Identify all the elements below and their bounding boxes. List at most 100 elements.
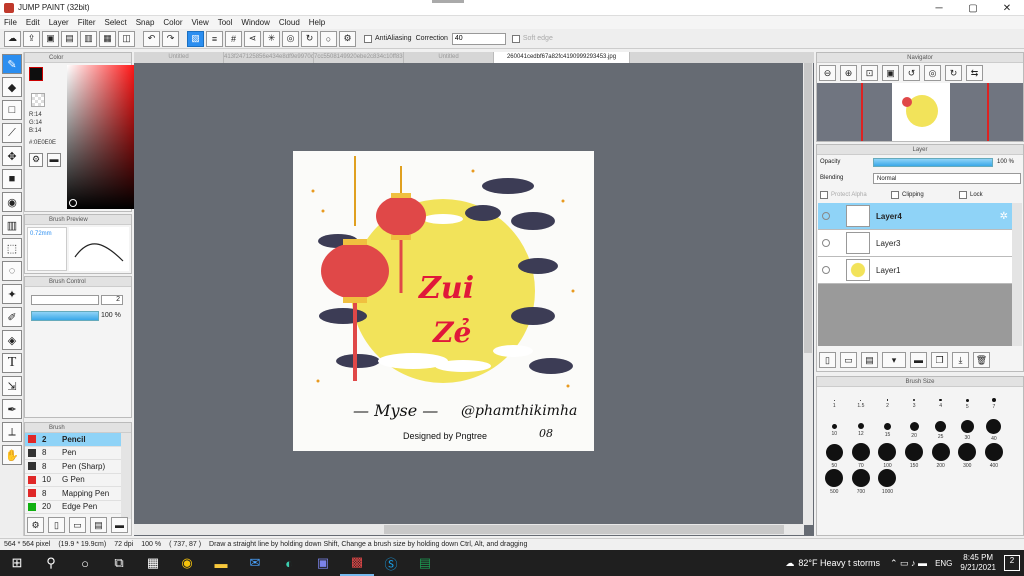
protect-alpha-checkbox[interactable] xyxy=(820,191,828,199)
hand-tool-icon[interactable]: ✋ xyxy=(2,445,22,465)
brush-size-option[interactable]: 1 xyxy=(821,391,848,417)
brush-size-option[interactable]: 30 xyxy=(954,417,981,443)
brush-copy-icon[interactable]: ▭ xyxy=(69,517,86,533)
brush-size-option[interactable]: 5 xyxy=(954,391,981,417)
snap-curve-icon[interactable]: ↻ xyxy=(301,30,318,47)
maximize-button[interactable]: ▢ xyxy=(956,0,990,16)
brush-size-option[interactable]: 150 xyxy=(901,443,928,469)
brush-size-option[interactable]: 200 xyxy=(927,443,954,469)
brush-size-slider[interactable] xyxy=(31,295,99,305)
menu-help[interactable]: Help xyxy=(309,18,325,27)
file-explorer-icon[interactable]: ▬ xyxy=(204,550,238,576)
skype-icon[interactable]: Ⓢ xyxy=(374,550,408,576)
drawing-canvas[interactable]: Zui Zẻ — Myse — @phamthikimha 08 Designe… xyxy=(293,151,594,451)
minimize-button[interactable]: ─ xyxy=(922,0,956,16)
search-icon[interactable]: ⚲ xyxy=(34,550,68,576)
menu-cloud[interactable]: Cloud xyxy=(279,18,300,27)
layer-row-layer3[interactable]: Layer3 xyxy=(818,230,1012,257)
tab-image-2[interactable]: 7cc5508149920ebe2c834c10ff83cbbe.jpg xyxy=(314,52,404,63)
notification-button[interactable]: 2 xyxy=(1004,555,1020,571)
clock[interactable]: 8:45 PM 9/21/2021 xyxy=(960,553,996,573)
cloud-icon[interactable]: ☁ xyxy=(4,30,21,47)
select-pen-icon[interactable]: ✐ xyxy=(2,307,22,327)
excel-icon[interactable]: ▤ xyxy=(408,550,442,576)
tab-active-image[interactable]: 260041cedbf67a82fc4190999293453.jpg xyxy=(494,52,630,63)
brush-size-option[interactable]: 4 xyxy=(927,391,954,417)
layer-row-layer1[interactable]: Layer1 xyxy=(818,257,1012,284)
windows-start-icon[interactable]: ⊞ xyxy=(0,550,34,576)
brush-size-option[interactable]: 12 xyxy=(848,417,875,443)
cortana-icon[interactable]: ○ xyxy=(68,550,102,576)
duplicate-layer-icon[interactable]: ❐ xyxy=(931,352,948,368)
new-folder-icon[interactable]: ▬ xyxy=(910,352,927,368)
snap-focus-icon[interactable]: ⋖ xyxy=(244,30,261,47)
brush-folder-icon[interactable]: ▬ xyxy=(111,517,128,533)
saturation-value-picker[interactable] xyxy=(67,65,141,209)
brush-item-edge-pen[interactable]: 20 Edge Pen xyxy=(25,501,121,514)
brush-size-option[interactable]: 700 xyxy=(848,469,875,495)
layer-list-scrollbar[interactable] xyxy=(1012,203,1022,346)
brush-opacity-slider[interactable] xyxy=(31,311,99,321)
close-button[interactable]: ✕ xyxy=(990,0,1024,16)
brush-settings-icon[interactable]: ⚙ xyxy=(27,517,44,533)
brush-size-option[interactable]: 400 xyxy=(981,443,1008,469)
export-icon[interactable]: ▤ xyxy=(61,30,78,47)
brush-size-option[interactable]: 15 xyxy=(874,417,901,443)
brush-size-option[interactable]: 1000 xyxy=(874,469,901,495)
snap-radial-icon[interactable]: ✳ xyxy=(263,30,280,47)
snap-grid-icon[interactable]: # xyxy=(225,30,242,47)
foreground-swatch[interactable] xyxy=(29,67,43,81)
tray-icons[interactable]: ⌃ ▭ ♪ ▬ xyxy=(890,558,927,569)
brush-item-g-pen[interactable]: 10 G Pen xyxy=(25,474,121,487)
snap-off-icon[interactable]: ▧ xyxy=(187,30,204,47)
zoom-in-icon[interactable]: ⊕ xyxy=(840,65,857,81)
line-tool-icon[interactable]: ⟋ xyxy=(2,123,22,143)
brush-item-pencil[interactable]: 2 Pencil xyxy=(25,433,121,447)
menu-tool[interactable]: Tool xyxy=(218,18,233,27)
menu-window[interactable]: Window xyxy=(241,18,269,27)
redo-icon[interactable]: ↷ xyxy=(162,30,179,47)
brush-size-option[interactable]: 20 xyxy=(901,417,928,443)
visibility-icon[interactable] xyxy=(822,266,830,274)
soft-edge-checkbox[interactable] xyxy=(511,34,520,43)
flip-icon[interactable]: ⇆ xyxy=(966,65,983,81)
tab-image-1[interactable]: 413f247125856e434e8df9e9970c7cc6.jpg xyxy=(224,52,314,63)
task-view-icon[interactable]: ⧉ xyxy=(102,550,136,576)
antialiasing-checkbox[interactable] xyxy=(364,34,372,43)
operation-tool-icon[interactable]: ⇲ xyxy=(2,376,22,396)
eraser-tool-icon[interactable]: ◆ xyxy=(2,77,22,97)
menu-color[interactable]: Color xyxy=(163,18,182,27)
store-icon[interactable]: ▦ xyxy=(136,550,170,576)
correction-input[interactable] xyxy=(451,32,506,45)
undo-icon[interactable]: ↶ xyxy=(143,30,160,47)
snap-parallel-icon[interactable]: ≡ xyxy=(206,30,223,47)
magic-wand-icon[interactable]: ✦ xyxy=(2,284,22,304)
menu-snap[interactable]: Snap xyxy=(136,18,155,27)
menu-select[interactable]: Select xyxy=(104,18,126,27)
brush-size-option[interactable]: 1.5 xyxy=(848,391,875,417)
fit-view-icon[interactable]: ⊡ xyxy=(861,65,878,81)
teams-icon[interactable]: ▣ xyxy=(306,550,340,576)
chrome-icon[interactable]: ◉ xyxy=(170,550,204,576)
menu-filter[interactable]: Filter xyxy=(78,18,96,27)
print-icon[interactable]: ▦ xyxy=(99,30,116,47)
merge-layer-icon[interactable]: ⤓ xyxy=(952,352,969,368)
delete-layer-icon[interactable]: 🗑 xyxy=(973,352,990,368)
blending-select[interactable]: Normal xyxy=(873,173,1021,184)
tab-untitled-2[interactable]: Untitled xyxy=(404,52,494,63)
new-layer-8bit-icon[interactable]: ▭ xyxy=(840,352,857,368)
rotate-reset-icon[interactable]: ◎ xyxy=(924,65,941,81)
rotate-left-icon[interactable]: ↺ xyxy=(903,65,920,81)
page-icon[interactable]: ▥ xyxy=(80,30,97,47)
canvas-vertical-scrollbar[interactable] xyxy=(803,63,813,525)
brush-size-input[interactable]: 2 xyxy=(101,295,123,305)
brush-item-mapping-pen[interactable]: 8 Mapping Pen xyxy=(25,487,121,501)
transparent-swatch[interactable] xyxy=(31,93,45,107)
navigator-preview[interactable] xyxy=(817,83,1023,141)
gradient-tool-icon[interactable]: ▥ xyxy=(2,215,22,235)
fill-rect-tool-icon[interactable]: ■ xyxy=(2,169,22,189)
new-layer-icon[interactable]: ▯ xyxy=(819,352,836,368)
jump-paint-icon[interactable]: ▩ xyxy=(340,550,374,576)
canvas-horizontal-scrollbar[interactable] xyxy=(134,524,804,535)
brush-new-icon[interactable]: ▤ xyxy=(90,517,107,533)
